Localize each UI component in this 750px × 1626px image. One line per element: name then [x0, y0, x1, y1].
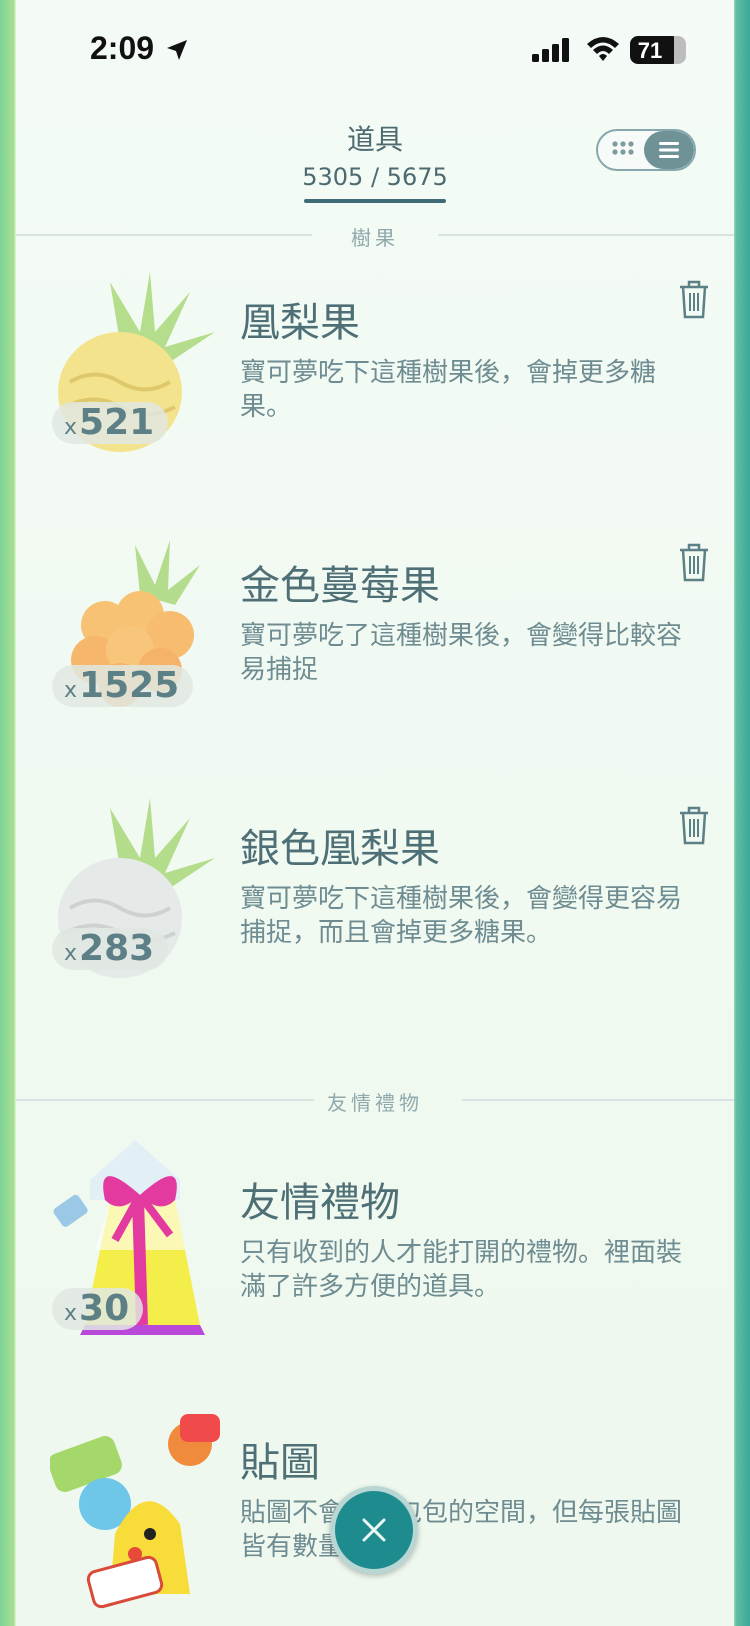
list-icon — [659, 142, 679, 158]
quantity-badge: x 30 — [52, 1288, 144, 1330]
trash-icon[interactable] — [676, 804, 712, 846]
status-time: 2:09 — [90, 30, 155, 66]
quantity-value: 30 — [79, 1288, 130, 1329]
close-icon — [362, 1518, 386, 1542]
list-item[interactable]: x 30 友情禮物 只有收到的人才能打開的禮物。裡面裝滿了許多方便的道具。 — [0, 1140, 750, 1380]
wifi-icon — [587, 37, 619, 61]
location-arrow-icon — [167, 40, 187, 60]
list-item[interactable]: x 521 凰梨果 寶可夢吃下這種樹果後，會掉更多糖果。 — [0, 272, 750, 512]
cellular-signal-icon — [532, 38, 569, 62]
trash-icon[interactable] — [676, 278, 712, 320]
item-description: 寶可夢吃了這種樹果後，會變得比較容易捕捉 — [240, 621, 683, 685]
section-label-berries: 樹果 — [351, 226, 399, 250]
list-item[interactable]: x 283 銀色凰梨果 寶可夢吃下這種樹果後，會變得更容易捕捉，而且會掉更多糖果… — [0, 798, 750, 1038]
item-description: 寶可夢吃下這種樹果後，會掉更多糖果。 — [240, 358, 657, 422]
battery-level: 71 — [637, 38, 663, 63]
stickers-icon — [50, 1414, 220, 1609]
count-underline — [304, 199, 446, 203]
item-description: 貼圖不會佔用包包的空間，但每張貼圖皆有數量限制。 — [240, 1498, 683, 1562]
section-label-gifts: 友情禮物 — [327, 1091, 423, 1115]
list-item[interactable]: x 1525 金色蔓莓果 寶可夢吃了這種樹果後，會變得比較容易捕捉 — [0, 535, 750, 775]
battery-indicator: 71 — [630, 36, 686, 64]
quantity-value: 521 — [79, 402, 155, 443]
item-name: 金色蔓莓果 — [240, 563, 440, 609]
list-view-button[interactable] — [644, 131, 694, 169]
item-name: 銀色凰梨果 — [240, 826, 440, 872]
grid-view-button[interactable] — [598, 131, 648, 169]
status-bar: 2:09 71 — [0, 0, 750, 100]
item-description: 寶可夢吃下這種樹果後，會變得更容易捕捉，而且會掉更多糖果。 — [240, 884, 683, 948]
trash-icon[interactable] — [676, 541, 712, 583]
quantity-value: 1525 — [79, 665, 180, 706]
quantity-badge: x 283 — [52, 928, 169, 970]
item-name: 貼圖 — [240, 1440, 320, 1486]
item-name: 凰梨果 — [240, 300, 360, 346]
grid-icon — [612, 141, 634, 155]
item-name: 友情禮物 — [240, 1180, 400, 1226]
view-mode-toggle[interactable] — [596, 129, 696, 171]
quantity-badge: x 1525 — [52, 665, 194, 707]
quantity-badge: x 521 — [52, 402, 169, 444]
item-description: 只有收到的人才能打開的禮物。裡面裝滿了許多方便的道具。 — [240, 1238, 683, 1302]
quantity-value: 283 — [79, 928, 155, 969]
close-button[interactable] — [330, 1486, 418, 1574]
